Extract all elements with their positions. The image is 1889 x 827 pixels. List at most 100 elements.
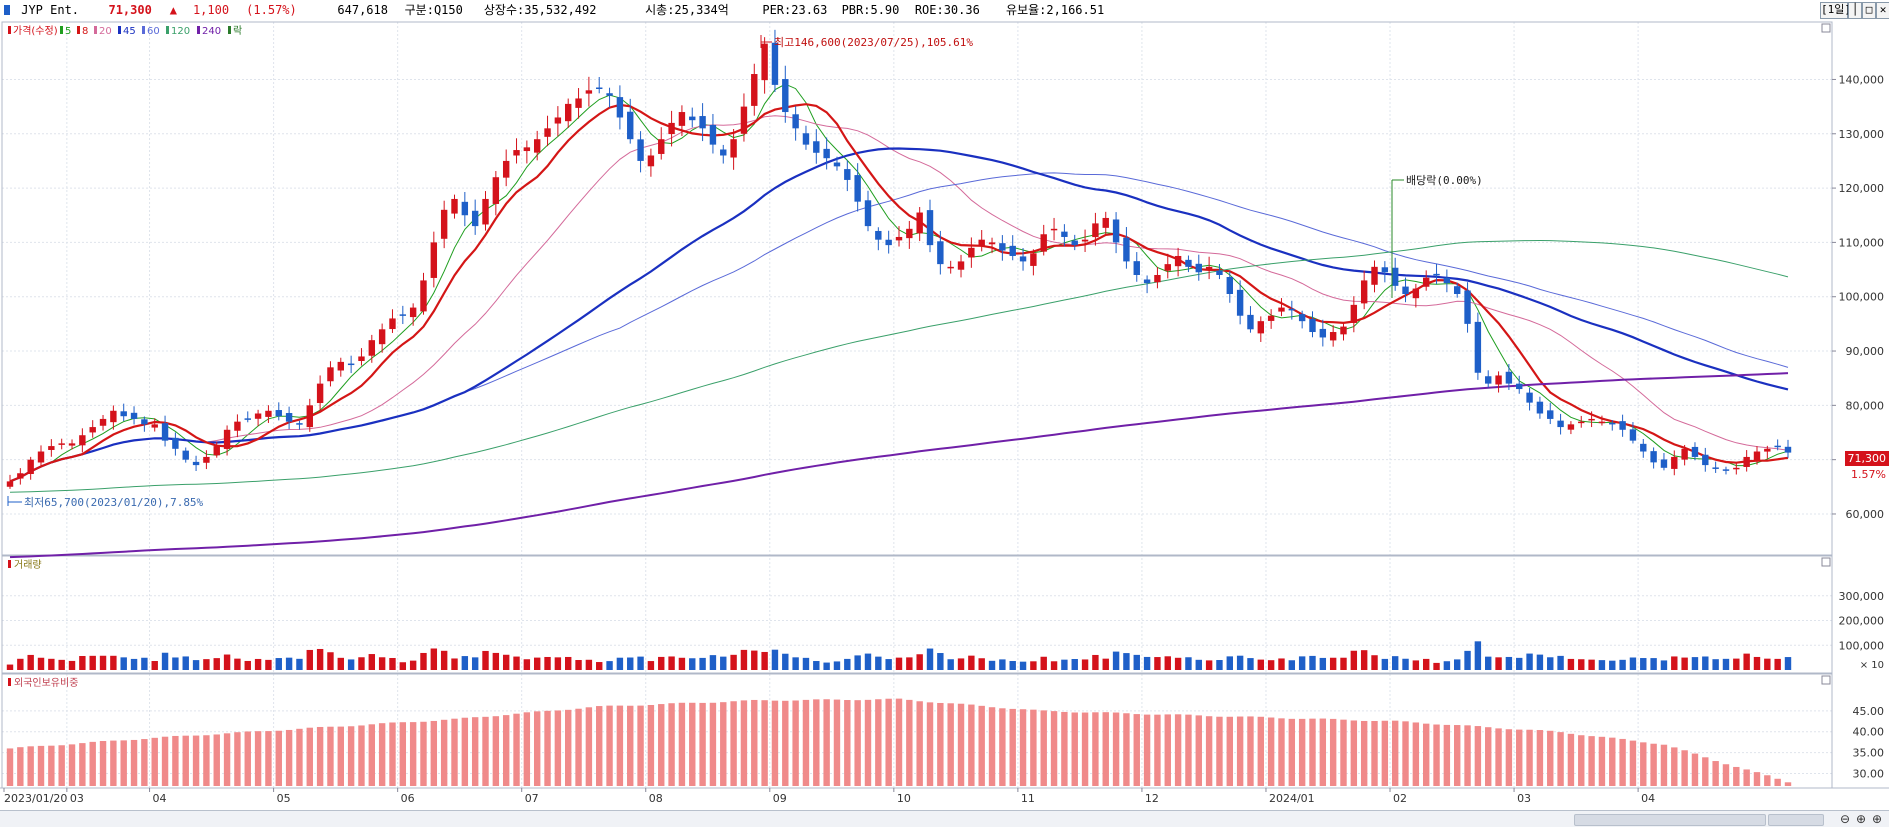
candle-body <box>1381 267 1389 273</box>
volume-bar <box>1640 658 1647 670</box>
period-button[interactable]: [1일] <box>1820 2 1851 19</box>
volume-bar <box>1340 657 1347 670</box>
legend-swatch <box>142 26 145 34</box>
zoom-in-icon[interactable]: ⊕ <box>1872 812 1882 826</box>
volume-bar <box>1598 660 1606 670</box>
foreign-bar <box>1764 775 1771 786</box>
per-value: PER:23.63 <box>762 3 828 17</box>
volume-bar <box>658 656 665 670</box>
volume-bar <box>668 656 675 670</box>
volume-bar <box>1371 655 1378 670</box>
volume-bar <box>1784 657 1792 670</box>
volume-bar <box>533 657 541 670</box>
volume-bar <box>1019 661 1027 670</box>
candle-body <box>637 139 644 161</box>
volume-bar <box>1050 661 1058 670</box>
candle-body <box>1443 277 1451 284</box>
volume-bar <box>192 660 200 670</box>
candle-body <box>234 421 241 431</box>
foreign-bar <box>1030 709 1037 786</box>
volume-bar <box>1671 656 1678 670</box>
candle-body <box>306 405 313 428</box>
close-button[interactable]: ✕ <box>1876 2 1889 19</box>
foreign-bar <box>1505 729 1513 786</box>
foreign-bar <box>740 700 748 786</box>
volume-bar <box>1578 659 1585 670</box>
volume-bar <box>1505 656 1513 670</box>
foreign-bar <box>347 726 355 786</box>
maximize-button[interactable]: □ <box>1862 2 1876 19</box>
candle-body <box>554 117 562 124</box>
volume-tick-label: 100,000 <box>1839 639 1885 652</box>
volume-bar <box>957 658 965 670</box>
chart-scrollbar[interactable]: ⊖ ⊕ ⊕ <box>0 810 1889 827</box>
candle-body <box>17 473 24 479</box>
candle-body <box>502 160 510 178</box>
price-change-pct: (1.57%) <box>246 3 297 17</box>
foreign-bar <box>1578 735 1585 786</box>
volume-bar <box>440 650 448 670</box>
foreign-bar <box>1050 711 1058 786</box>
candle-body <box>1495 375 1502 385</box>
stock-chart[interactable]: 140,000 130,000 120,000 110,000 100,000 90,00… <box>0 20 1889 810</box>
volume-bar <box>864 653 872 670</box>
candle-body <box>575 98 582 108</box>
foreign-bar <box>1195 715 1202 786</box>
candle-body <box>1619 421 1626 430</box>
candle-body <box>1061 231 1068 237</box>
foreign-bar <box>533 711 541 786</box>
zoom-slider[interactable] <box>1768 814 1824 826</box>
foreign-bar <box>999 708 1006 786</box>
foreign-bar <box>265 731 272 786</box>
foreign-bar <box>1226 716 1233 786</box>
scrollbar-thumb[interactable] <box>1574 814 1766 826</box>
volume-bar <box>1743 653 1750 670</box>
volume-bar <box>254 658 262 670</box>
candle-body <box>389 318 396 330</box>
volume-bar <box>389 657 396 670</box>
candle-body <box>999 243 1006 251</box>
foreign-bar <box>1288 718 1296 786</box>
candle-body <box>1578 421 1585 424</box>
volume-bar <box>285 657 293 670</box>
price-change: 1,100 <box>192 3 230 17</box>
candle-body <box>337 361 344 371</box>
foreign-bar <box>1133 714 1140 786</box>
candle-body <box>1588 418 1595 421</box>
foreign-bar <box>720 702 727 786</box>
foreign-bar <box>430 720 438 786</box>
candle-body <box>1454 286 1461 294</box>
volume-bar <box>430 648 438 670</box>
zoom-reset-icon[interactable]: ⊕ <box>1856 812 1866 826</box>
candle-body <box>378 329 386 345</box>
volume-bar <box>420 652 427 670</box>
foreign-bar <box>1164 714 1171 786</box>
foreign-bar <box>1495 728 1502 786</box>
volume-bar <box>565 656 572 670</box>
minimize-button[interactable]: │ <box>1848 2 1862 19</box>
volume-bar <box>895 657 903 670</box>
panel-box-icon <box>1821 557 1831 567</box>
candle-body <box>1402 286 1409 294</box>
category-value: 구분:Q150 <box>404 3 463 17</box>
candle-body <box>48 446 55 450</box>
volume-bar <box>1164 656 1171 670</box>
candle-body <box>192 461 200 466</box>
candle-body <box>1298 314 1306 322</box>
candle-body <box>275 410 282 417</box>
candle-body <box>1650 451 1657 463</box>
foreign-bar <box>1340 719 1347 786</box>
foreign-bar <box>802 699 810 786</box>
candle-body <box>668 122 675 135</box>
volume-bar <box>1412 660 1420 670</box>
volume-bar <box>1350 650 1358 670</box>
foreign-bar <box>1609 737 1616 786</box>
volume-bar <box>575 660 582 670</box>
volume-bar <box>1619 659 1626 670</box>
price-tick-label: 80,000 <box>1846 399 1885 412</box>
stock-name[interactable]: JYP Ent. <box>21 0 101 20</box>
foreign-bar <box>1247 716 1254 786</box>
foreign-bar <box>68 744 76 786</box>
x-tick-label: 08 <box>649 792 663 805</box>
zoom-out-icon[interactable]: ⊖ <box>1840 812 1850 826</box>
